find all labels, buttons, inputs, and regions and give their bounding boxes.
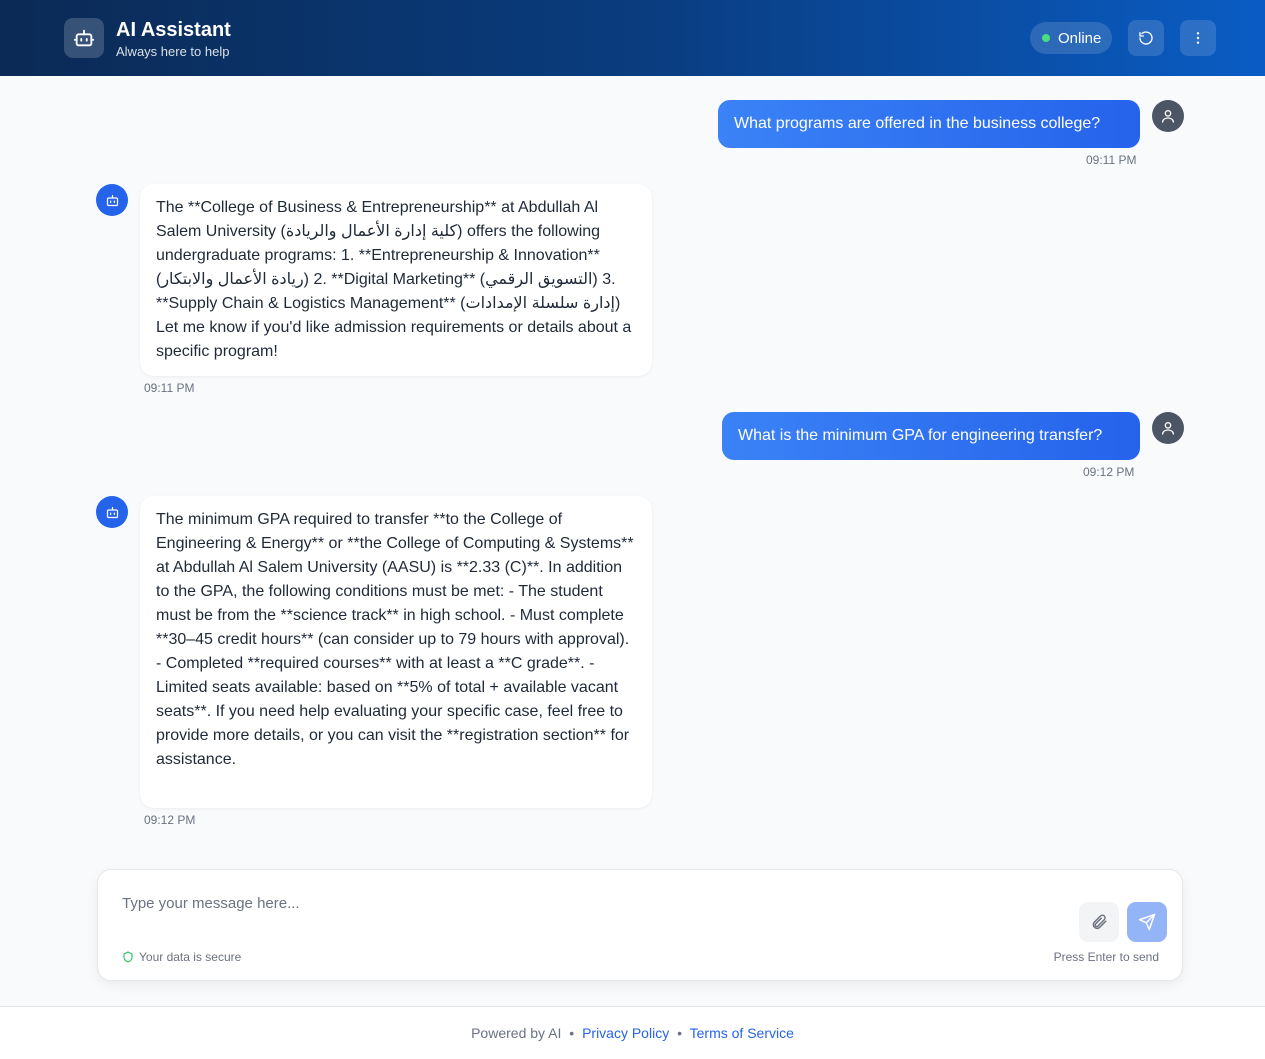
secure-note: Your data is secure [122,950,241,964]
secure-note-label: Your data is secure [139,950,242,964]
bot-avatar [96,496,128,528]
message-composer: Type your message here... Your data is s… [97,869,1183,981]
user-avatar [1152,100,1184,132]
robot-icon [106,194,118,206]
user-message-bubble: What is the minimum GPA for engineering … [722,412,1140,460]
send-button[interactable] [1127,902,1167,942]
more-vertical-icon [1196,32,1200,44]
user-icon [1162,110,1174,123]
user-avatar [1152,412,1184,444]
assistant-message-bubble: The **College of Business & Entrepreneur… [140,184,652,376]
message-timestamp: 09:12 PM [144,813,196,827]
footer-separator: • [677,1025,682,1041]
paperclip-icon [1092,914,1107,930]
status-label: Online [1058,29,1102,47]
status-badge: Online [1030,22,1112,54]
page-footer: Powered by AI • Privacy Policy • Terms o… [0,1006,1265,1059]
bot-avatar [96,184,128,216]
app-title: AI Assistant [116,19,231,41]
shield-icon [123,951,133,963]
send-hint: Press Enter to send [1053,950,1159,964]
app-header: AI Assistant Always here to help Online [0,0,1265,76]
attach-button[interactable] [1079,902,1119,942]
privacy-policy-link[interactable]: Privacy Policy [582,1025,669,1041]
more-options-button[interactable] [1180,20,1216,56]
terms-of-service-link[interactable]: Terms of Service [690,1025,794,1041]
footer-separator: • [569,1025,575,1041]
refresh-button[interactable] [1128,20,1164,56]
user-message-bubble: What programs are offered in the busines… [718,100,1140,148]
robot-icon [106,506,118,518]
powered-by-text: Powered by AI [471,1025,562,1041]
robot-icon [64,18,104,58]
message-input[interactable]: Type your message here... [122,895,300,912]
assistant-message-bubble: The minimum GPA required to transfer **t… [140,496,652,808]
user-icon [1162,422,1174,435]
send-icon [1138,913,1156,931]
message-timestamp: 09:11 PM [1086,153,1137,167]
app-subtitle: Always here to help [116,44,230,59]
message-timestamp: 09:12 PM [1083,465,1135,479]
message-timestamp: 09:11 PM [144,381,195,395]
refresh-icon [1139,31,1153,45]
status-dot [1042,34,1050,42]
